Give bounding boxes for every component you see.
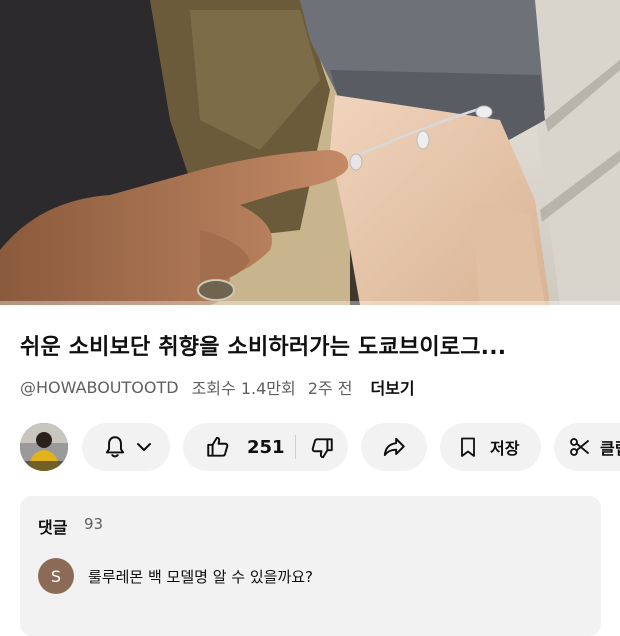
- notification-button[interactable]: [82, 423, 170, 471]
- clip-label: 클립: [600, 439, 620, 458]
- share-button[interactable]: [361, 423, 427, 471]
- video-meta[interactable]: @HOWABOUTOOTD 조회수 1.4만회 2주 전 더보기: [20, 375, 415, 399]
- divider: [295, 435, 296, 459]
- comments-header: 댓글: [38, 518, 68, 537]
- like-count: 251: [247, 436, 285, 458]
- upload-time: 2주 전: [307, 379, 353, 398]
- avatar-image: [20, 423, 68, 471]
- like-button[interactable]: 251: [183, 423, 285, 471]
- view-count: 조회수 1.4만회: [191, 379, 296, 398]
- scissors-icon: [570, 438, 589, 456]
- clip-button[interactable]: 클립: [554, 423, 620, 471]
- save-button[interactable]: 저장: [440, 423, 541, 471]
- thumbs-down-icon: [311, 438, 333, 459]
- commenter-avatar: S: [38, 558, 74, 594]
- video-frame: [0, 0, 620, 305]
- bell-icon: [105, 436, 125, 458]
- thumbs-up-icon: [207, 436, 229, 457]
- chevron-down-icon: [137, 443, 151, 451]
- video-player[interactable]: [0, 0, 620, 305]
- comment-text: 룰루레몬 백 모델명 알 수 있을까요?: [88, 568, 314, 586]
- video-title[interactable]: 쉬운 소비보단 취향을 소비하러가는 도쿄브이로그...: [20, 331, 610, 365]
- channel-avatar[interactable]: [20, 423, 68, 471]
- more-button[interactable]: 더보기: [370, 375, 414, 399]
- dislike-button[interactable]: [309, 435, 335, 461]
- save-label: 저장: [490, 439, 520, 458]
- like-dislike-group: 251: [183, 423, 348, 471]
- comments-section[interactable]: 댓글 93 S 룰루레몬 백 모델명 알 수 있을까요?: [20, 496, 601, 636]
- share-icon: [383, 437, 405, 457]
- comments-count: 93: [84, 515, 104, 533]
- channel-handle[interactable]: @HOWABOUTOOTD: [20, 378, 179, 397]
- bookmark-icon: [461, 437, 475, 457]
